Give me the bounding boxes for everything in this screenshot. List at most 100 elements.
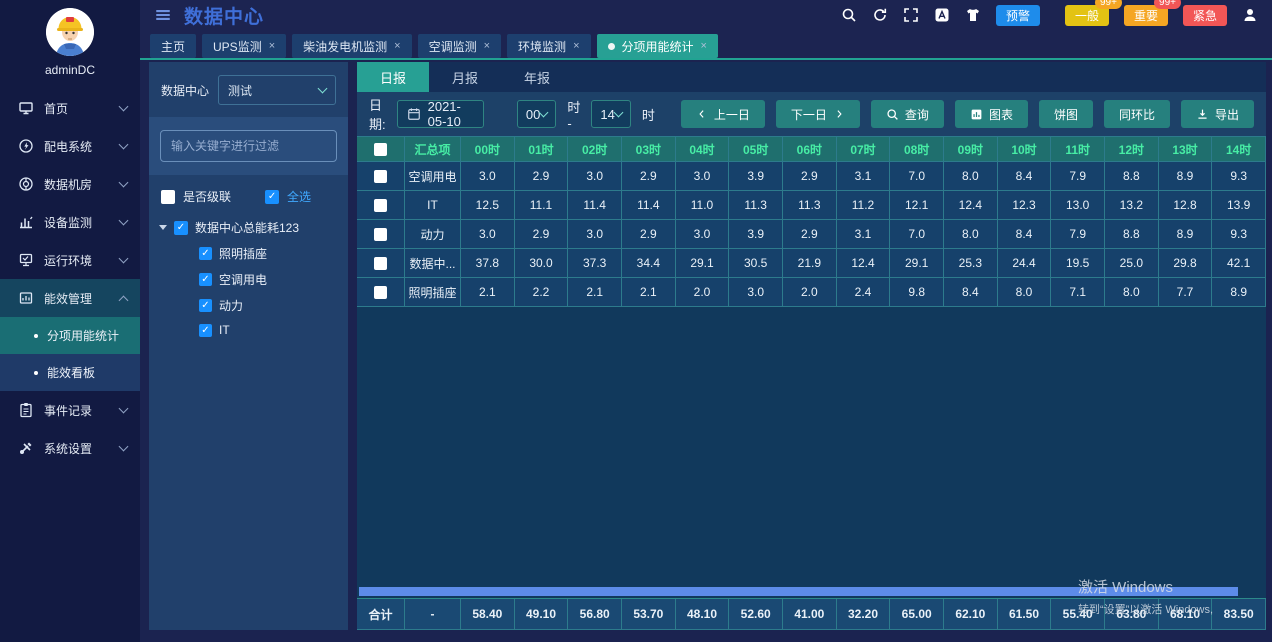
tree-root-checkbox[interactable]: ✓ (174, 221, 188, 235)
table-row: 空调用电3.02.93.02.93.03.92.93.17.08.08.47.9… (357, 162, 1266, 191)
header-tab-6[interactable]: 分项用能统计× (597, 34, 718, 58)
toolbar-button-5[interactable]: 饼图 (1039, 100, 1093, 128)
hour-from-select[interactable]: 00 (517, 100, 556, 128)
cascade-checkbox[interactable] (161, 190, 175, 204)
tree-child-2[interactable]: ✓空调用电 (159, 262, 348, 288)
alarm-button-预警[interactable]: 预警 (996, 5, 1040, 26)
header-hour-cell: 04时 (676, 137, 730, 162)
sidebar-item-5[interactable]: 运行环境 (0, 241, 140, 279)
row-checkbox[interactable] (374, 228, 387, 241)
header-tab-4[interactable]: 空调监测× (418, 34, 501, 58)
sidebar-item-7[interactable]: 事件记录 (0, 391, 140, 429)
chevron-down-icon (119, 216, 129, 226)
search-icon[interactable] (841, 7, 857, 23)
row-checkbox-cell (357, 249, 405, 278)
tree-child-checkbox[interactable]: ✓ (199, 247, 212, 260)
alarm-button-重要[interactable]: 重要99+ (1124, 5, 1168, 26)
tree-child-checkbox[interactable]: ✓ (199, 299, 212, 312)
select-all-label[interactable]: 全选 (287, 188, 311, 205)
report-tab-3[interactable]: 年报 (501, 62, 573, 92)
alarm-button-紧急[interactable]: 紧急 (1183, 5, 1227, 26)
close-icon[interactable]: × (484, 40, 490, 52)
toolbar-button-2[interactable]: 下一日 (776, 100, 860, 128)
row-value-cell: 11.0 (676, 191, 730, 220)
sidebar-item-6[interactable]: 能效管理 (0, 279, 140, 317)
close-icon[interactable]: × (269, 40, 275, 52)
toolbar-button-4[interactable]: 图表 (955, 100, 1028, 128)
row-checkbox[interactable] (374, 257, 387, 270)
row-value-cell: 11.4 (568, 191, 622, 220)
tree-children: ✓照明插座✓空调用电✓动力✓IT (159, 236, 348, 337)
row-checkbox[interactable] (374, 286, 387, 299)
sidebar-subitem-label: 分项用能统计 (47, 327, 119, 344)
avatar[interactable] (46, 8, 94, 56)
sidebar-item-8[interactable]: 系统设置 (0, 429, 140, 467)
tree-caret-icon[interactable] (159, 225, 167, 230)
sidebar-subitem-1[interactable]: 分项用能统计 (0, 317, 140, 354)
total-value-cell: 68.10 (1159, 599, 1213, 630)
tree-child-3[interactable]: ✓动力 (159, 288, 348, 314)
header-hour-cell: 13时 (1159, 137, 1213, 162)
header-tab-3[interactable]: 柴油发电机监测× (292, 34, 411, 58)
report-tab-1[interactable]: 日报 (357, 62, 429, 92)
tree-child-4[interactable]: ✓IT (159, 314, 348, 337)
tree-search-input[interactable] (160, 130, 337, 162)
sidebar-subitem-2[interactable]: 能效看板 (0, 354, 140, 391)
user-icon[interactable] (1242, 7, 1258, 23)
header-checkbox[interactable] (374, 143, 387, 156)
row-checkbox[interactable] (374, 170, 387, 183)
row-value-cell: 8.0 (944, 162, 998, 191)
horizontal-scrollbar[interactable] (359, 587, 1238, 596)
select-all-checkbox[interactable]: ✓ (265, 190, 279, 204)
row-value-cell: 8.4 (944, 278, 998, 307)
toolbar-button-7[interactable]: 导出 (1181, 100, 1254, 128)
header-tab-1[interactable]: 主页 (150, 34, 196, 58)
row-checkbox[interactable] (374, 199, 387, 212)
hamburger-menu-icon[interactable] (154, 6, 172, 24)
active-tab-dot-icon (608, 43, 615, 50)
fullscreen-icon[interactable] (903, 7, 919, 23)
total-value-cell: 65.00 (890, 599, 944, 630)
close-icon[interactable]: × (394, 40, 400, 52)
header-hour-cell: 02时 (568, 137, 622, 162)
row-value-cell: 8.8 (1105, 162, 1159, 191)
row-label-cell: 照明插座 (405, 278, 461, 307)
refresh-icon[interactable] (872, 7, 888, 23)
close-icon[interactable]: × (573, 40, 579, 52)
total-value-cell: 83.50 (1212, 599, 1266, 630)
row-label-cell: IT (405, 191, 461, 220)
total-value-cell: 58.40 (461, 599, 515, 630)
sidebar-item-2[interactable]: 配电系统 (0, 127, 140, 165)
row-value-cell: 11.2 (837, 191, 891, 220)
tree-child-checkbox[interactable]: ✓ (199, 273, 212, 286)
export-icon (1196, 108, 1209, 121)
device-monitor-icon (18, 214, 34, 230)
translate-icon[interactable] (934, 7, 950, 23)
alarm-badge: 99+ (1154, 0, 1181, 9)
toolbar-button-label: 查询 (905, 106, 929, 123)
datacenter-select[interactable]: 测试 (218, 75, 336, 105)
toolbar-button-3[interactable]: 查询 (871, 100, 944, 128)
sidebar-item-1[interactable]: 首页 (0, 89, 140, 127)
header-tab-label: 环境监测 (518, 38, 566, 55)
alarm-button-一般[interactable]: 一般99+ (1065, 5, 1109, 26)
sidebar-item-3[interactable]: 数据机房 (0, 165, 140, 203)
theme-shirt-icon[interactable] (965, 7, 981, 23)
hour-to-select[interactable]: 14 (591, 100, 630, 128)
report-tab-2[interactable]: 月报 (429, 62, 501, 92)
tree-child-1[interactable]: ✓照明插座 (159, 236, 348, 262)
table-row: 数据中...37.830.037.334.429.130.521.912.429… (357, 249, 1266, 278)
table-row: IT12.511.111.411.411.011.311.311.212.112… (357, 191, 1266, 220)
row-value-cell: 11.4 (622, 191, 676, 220)
tree-root-row[interactable]: ✓ 数据中心总能耗123 (159, 219, 348, 236)
row-value-cell: 8.0 (1105, 278, 1159, 307)
row-value-cell: 12.3 (998, 191, 1052, 220)
toolbar-button-6[interactable]: 同环比 (1104, 100, 1170, 128)
date-input[interactable]: 2021-05-10 (397, 100, 484, 128)
tree-child-checkbox[interactable]: ✓ (199, 324, 212, 337)
toolbar-button-1[interactable]: 上一日 (681, 100, 765, 128)
sidebar-item-4[interactable]: 设备监测 (0, 203, 140, 241)
close-icon[interactable]: × (701, 40, 707, 52)
header-tab-2[interactable]: UPS监测× (202, 34, 286, 58)
header-tab-5[interactable]: 环境监测 × (507, 34, 590, 58)
